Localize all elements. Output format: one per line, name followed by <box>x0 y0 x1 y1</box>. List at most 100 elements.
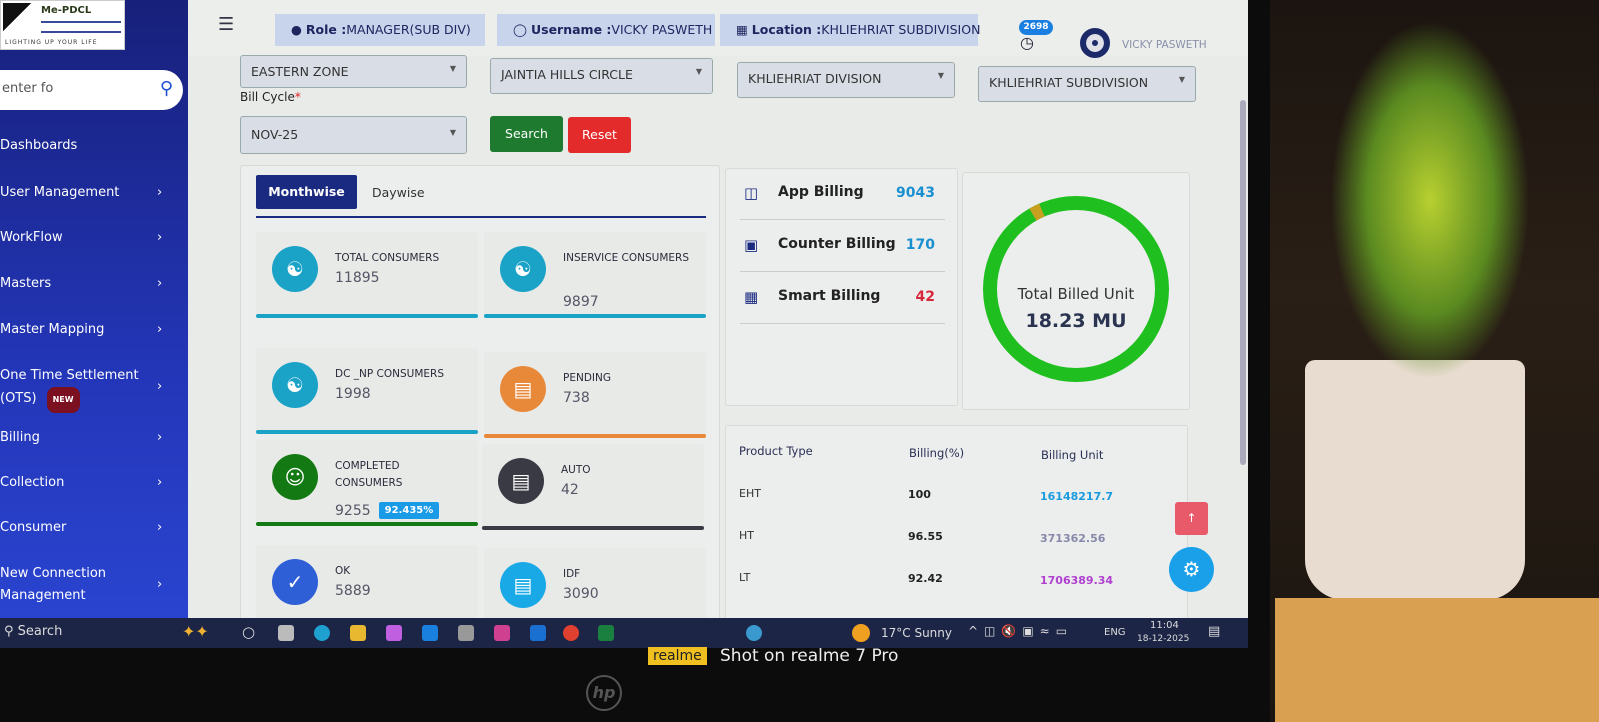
sidebar-search-input[interactable]: enter fo ⚲ <box>0 70 183 110</box>
excel-icon[interactable] <box>598 625 614 641</box>
app-icon[interactable] <box>494 625 510 641</box>
edge-icon[interactable] <box>314 625 330 641</box>
copilot-icon[interactable] <box>386 625 402 641</box>
scroll-to-top-button[interactable]: ↑ <box>1175 502 1208 535</box>
bill-cycle-select[interactable]: NOV-25 ▼ <box>240 116 467 154</box>
system-tray-icons[interactable]: ^◫🔇▣≈▭ <box>968 624 1073 638</box>
table-header-billing-unit: Billing Unit <box>1041 448 1104 462</box>
header-user-name[interactable]: VICKY PASWETH <box>1122 39 1207 51</box>
reset-button[interactable]: Reset <box>568 117 631 153</box>
role-pill: ● Role :MANAGER(SUB DIV) <box>275 14 485 46</box>
hamburger-menu-icon[interactable]: ☰ <box>218 14 234 35</box>
stat-card[interactable]: ▤ PENDING 738 <box>484 352 706 438</box>
stat-label: TOTAL CONSUMERS <box>335 252 440 264</box>
stat-value: 11895 <box>335 270 380 286</box>
circle-select[interactable]: JAINTIA HILLS CIRCLE ▼ <box>490 58 713 94</box>
stat-label: IDF <box>563 568 581 580</box>
sidebar-item-workflow[interactable]: WorkFlow › <box>0 230 188 245</box>
sidebar-item-masters[interactable]: Masters › <box>0 276 188 291</box>
stat-icon: ▤ <box>500 366 546 412</box>
task-view-icon[interactable] <box>278 625 294 641</box>
billing-icon: ◫ <box>744 184 759 202</box>
stat-value: 9897 <box>563 294 599 310</box>
billing-icon: ▣ <box>744 236 759 254</box>
chevron-right-icon: › <box>157 230 163 245</box>
chevron-right-icon: › <box>157 520 163 535</box>
stat-card[interactable]: ☺ COMPLETED CONSUMERS 9255 92.435% <box>256 440 478 526</box>
plant-pot <box>1305 360 1525 600</box>
hp-logo: hp <box>586 675 622 711</box>
sidebar-item-consumer[interactable]: Consumer › <box>0 520 188 535</box>
taskbar-search[interactable]: ⚲ Search <box>4 624 62 639</box>
stat-icon: ▤ <box>498 458 544 504</box>
stat-card[interactable]: ☯ DC _NP CONSUMERS 1998 <box>256 348 478 434</box>
page-scrollbar[interactable] <box>1240 100 1246 465</box>
search-button[interactable]: Search <box>490 116 563 152</box>
sidebar-item-master-mapping[interactable]: Master Mapping › <box>0 322 188 337</box>
division-select[interactable]: KHLIEHRIAT DIVISION ▼ <box>737 62 955 98</box>
new-badge: NEW <box>46 387 80 413</box>
role-icon: ● <box>291 22 302 37</box>
taskbar: ⚲ Search ✦✦ ○ 17°C Sunny ^◫🔇▣≈▭ ENG 11:0… <box>0 618 1248 648</box>
stat-card[interactable]: ☯ TOTAL CONSUMERS 11895 <box>256 232 478 318</box>
search-icon[interactable]: ⚲ <box>160 78 173 99</box>
stat-bar <box>256 314 478 318</box>
stat-value: 5889 <box>335 583 371 599</box>
avatar[interactable] <box>1080 28 1110 58</box>
help-icon[interactable] <box>746 625 762 641</box>
stat-label: DC _NP CONSUMERS <box>335 368 444 380</box>
store-icon[interactable] <box>422 625 438 641</box>
stat-card[interactable]: ▤ IDF 3090 <box>484 548 706 620</box>
copilot-sparkle-icon[interactable]: ✦✦ <box>182 622 209 641</box>
clock-date[interactable]: 18-12-2025 <box>1137 634 1189 644</box>
stat-value: 9255 92.435% <box>335 502 440 519</box>
language-indicator[interactable]: ENG <box>1104 627 1126 638</box>
sidebar-item-user-management[interactable]: User Management › <box>0 185 188 200</box>
app-screen: Me-PDCL LIGHTING UP YOUR LIFE enter fo ⚲… <box>0 0 1248 620</box>
app-icon[interactable] <box>458 625 474 641</box>
clock-icon[interactable]: ◷ <box>1020 33 1034 52</box>
sidebar-item-collection[interactable]: Collection › <box>0 475 188 490</box>
stat-value: 3090 <box>563 586 599 602</box>
chevron-right-icon: › <box>157 322 163 337</box>
stat-label: COMPLETED CONSUMERS <box>335 460 403 489</box>
start-circle-icon[interactable]: ○ <box>242 623 255 641</box>
chrome-icon[interactable] <box>563 625 579 641</box>
zone-select[interactable]: EASTERN ZONE ▼ <box>240 55 467 88</box>
weather-text[interactable]: 17°C Sunny <box>881 626 952 640</box>
sidebar-item-billing[interactable]: Billing › <box>0 430 188 445</box>
stat-label: INSERVICE CONSUMERS <box>563 252 690 264</box>
chevron-right-icon: › <box>157 185 163 200</box>
donut-label: Total Billed Unit <box>1017 285 1135 303</box>
outlook-icon[interactable] <box>530 625 546 641</box>
stat-value: 1998 <box>335 386 371 402</box>
username-pill: ◯ Username :VICKY PASWETH <box>497 14 715 46</box>
settings-gear-button[interactable]: ⚙ <box>1169 547 1214 592</box>
chevron-right-icon: › <box>157 276 163 291</box>
sidebar-item-ots[interactable]: One Time Settlement (OTS) NEW › <box>0 365 188 413</box>
bill-cycle-label: Bill Cycle* <box>240 90 301 104</box>
tab-daywise[interactable]: Daywise <box>372 185 425 200</box>
weather-sun-icon[interactable] <box>852 624 870 642</box>
stat-bar <box>484 434 706 438</box>
clock-time[interactable]: 11:04 <box>1150 620 1179 631</box>
notifications-icon[interactable]: ▤ <box>1208 624 1220 639</box>
chevron-right-icon: › <box>157 475 163 490</box>
logo[interactable]: Me-PDCL LIGHTING UP YOUR LIFE <box>0 0 125 50</box>
billing-icon: ▦ <box>744 288 759 306</box>
donut-value: 18.23 MU <box>1025 310 1127 332</box>
file-explorer-icon[interactable] <box>350 625 366 641</box>
plant-leaves <box>1330 20 1530 380</box>
tab-monthwise[interactable]: Monthwise <box>256 175 357 209</box>
stat-bar <box>256 430 478 434</box>
sidebar-item-new-connection[interactable]: New Connection Management › <box>0 563 188 607</box>
stat-value: 42 <box>561 482 579 498</box>
subdivision-select[interactable]: KHLIEHRIAT SUBDIVISION ▼ <box>978 66 1196 102</box>
stat-card[interactable]: ▤ AUTO 42 <box>482 444 704 530</box>
sidebar-item-dashboards[interactable]: Dashboards <box>0 138 188 153</box>
stat-label: AUTO <box>561 464 591 476</box>
table-header-product-type: Product Type <box>739 444 813 458</box>
stat-bar <box>256 522 478 526</box>
stat-card[interactable]: ✓ OK 5889 <box>256 545 478 620</box>
stat-card[interactable]: ☯ INSERVICE CONSUMERS 9897 <box>484 232 706 318</box>
